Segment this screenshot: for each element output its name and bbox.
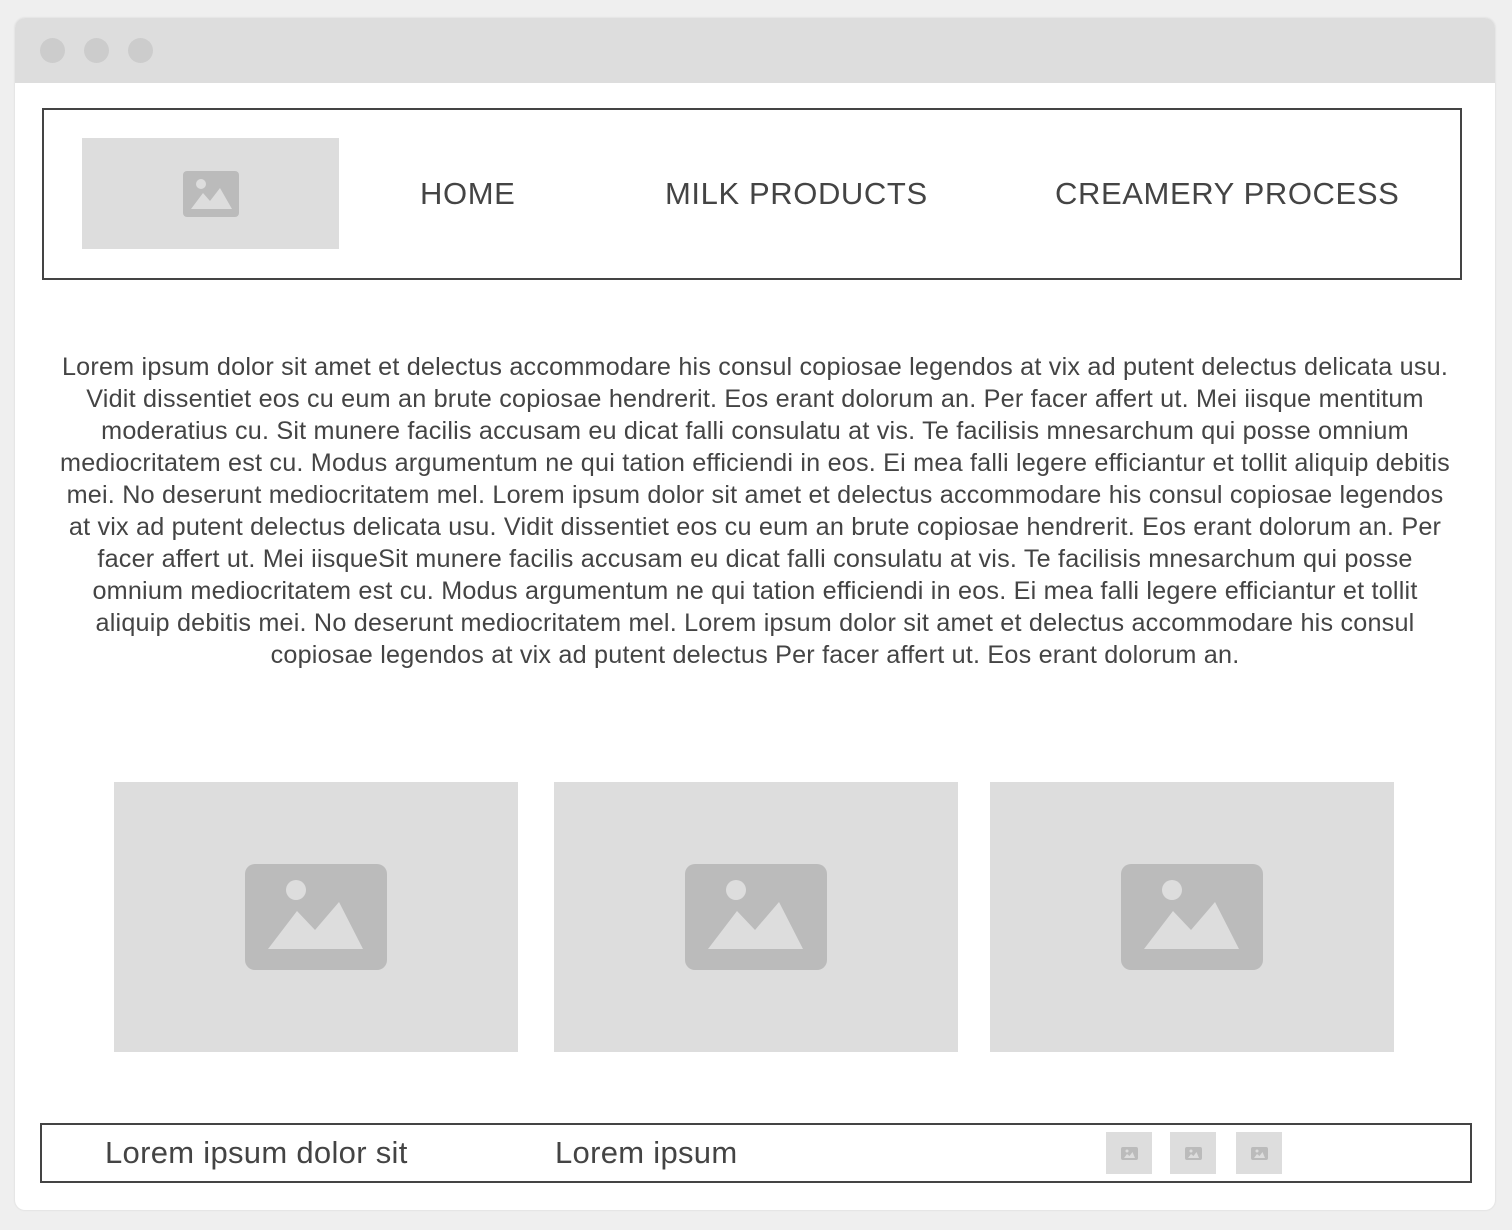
image-placeholder-icon — [182, 170, 239, 217]
image-placeholder-icon — [245, 864, 387, 970]
nav-home[interactable]: HOME — [420, 176, 515, 212]
footer-text-2[interactable]: Lorem ipsum — [555, 1135, 737, 1171]
logo-placeholder[interactable] — [82, 138, 339, 249]
image-placeholder-icon — [1120, 1146, 1138, 1160]
footer-image-1[interactable] — [1106, 1132, 1152, 1174]
site-header: HOME MILK PRODUCTS CREAMERY PROCESS — [42, 108, 1462, 280]
intro-paragraph: Lorem ipsum dolor sit amet et delectus a… — [60, 353, 1450, 669]
window-titlebar — [15, 18, 1495, 83]
browser-window: HOME MILK PRODUCTS CREAMERY PROCESS Lore… — [15, 18, 1495, 1210]
gallery-image-3[interactable] — [990, 782, 1394, 1052]
footer-image-2[interactable] — [1170, 1132, 1216, 1174]
image-placeholder-icon — [1250, 1146, 1268, 1160]
gallery-image-2[interactable] — [554, 782, 958, 1052]
nav-milk-products[interactable]: MILK PRODUCTS — [665, 176, 928, 212]
image-placeholder-icon — [1184, 1146, 1202, 1160]
nav-creamery-process[interactable]: CREAMERY PROCESS — [1055, 176, 1399, 212]
window-close-dot[interactable] — [40, 38, 65, 63]
footer-image-3[interactable] — [1236, 1132, 1282, 1174]
site-footer: Lorem ipsum dolor sit Lorem ipsum — [40, 1123, 1472, 1183]
window-minimize-dot[interactable] — [84, 38, 109, 63]
image-placeholder-icon — [1121, 864, 1263, 970]
footer-text-1[interactable]: Lorem ipsum dolor sit — [105, 1135, 408, 1171]
window-maximize-dot[interactable] — [128, 38, 153, 63]
image-placeholder-icon — [685, 864, 827, 970]
gallery-image-1[interactable] — [114, 782, 518, 1052]
